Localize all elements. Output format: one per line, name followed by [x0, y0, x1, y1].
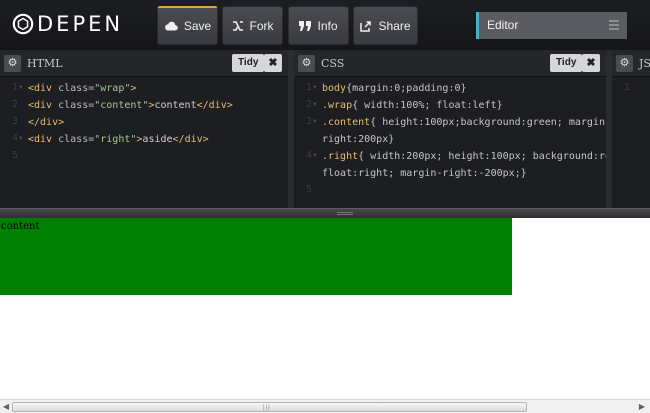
css-close-icon[interactable]: ✖ [582, 54, 600, 72]
scroll-left-icon[interactable]: ◀ [1, 402, 11, 412]
line-number: 5 [11, 150, 18, 161]
fork-icon [232, 20, 243, 31]
info-label: Info [317, 18, 338, 33]
code-line: right:200px} [322, 134, 395, 145]
save-label: Save [183, 19, 212, 33]
gear-icon[interactable]: ⚙ [4, 55, 21, 72]
html-pane: ⚙ HTML Tidy ✖ 1 2 3 4 5 ▼ ▼ <div class="… [0, 50, 288, 208]
line-number: 3 [11, 116, 18, 127]
css-pane-title: CSS [321, 57, 345, 70]
fold-arrow-icon[interactable]: ▼ [313, 84, 317, 91]
fold-arrow-icon[interactable]: ▼ [19, 84, 23, 91]
info-icon [299, 20, 312, 31]
html-code-editor[interactable]: 1 2 3 4 5 ▼ ▼ <div class="wrap"> <div cl… [0, 80, 288, 208]
code-line: .wrap{ width:100%; float:left} [322, 100, 503, 111]
html-pane-title: HTML [27, 57, 63, 70]
line-number: 1 [11, 82, 18, 93]
editor-panes: ⚙ HTML Tidy ✖ 1 2 3 4 5 ▼ ▼ <div class="… [0, 50, 650, 208]
line-number: 3 [305, 116, 312, 127]
html-pane-header: ⚙ HTML Tidy ✖ [0, 50, 288, 77]
codepen-cube-icon [12, 13, 34, 35]
fold-arrow-icon[interactable]: ▼ [313, 101, 317, 108]
css-pane-header: ⚙ CSS Tidy ✖ [294, 50, 606, 77]
grip-icon: ||| [263, 405, 271, 411]
hamburger-icon [609, 20, 619, 32]
top-bar: DEPEN Save Fork Info Share Editor [0, 0, 650, 50]
code-line: float:right; margin-right:-200px;} [322, 168, 527, 179]
css-pane: ⚙ CSS Tidy ✖ 1 2 3 4 5 ▼ ▼ ▼ ▼ body{marg… [294, 50, 623, 208]
code-line: .right{ width:200px; height:100px; backg… [322, 151, 624, 162]
fork-label: Fork [249, 18, 274, 33]
cloud-icon [164, 21, 178, 31]
line-number: 4 [11, 133, 18, 144]
line-number: 1 [623, 82, 630, 93]
js-pane-title: JS [639, 57, 650, 70]
css-code-editor[interactable]: 1 2 3 4 5 ▼ ▼ ▼ ▼ body{margin:0;padding:… [294, 80, 623, 208]
line-number: 2 [305, 99, 312, 110]
scroll-right-icon[interactable]: ▶ [637, 402, 647, 412]
line-number: 5 [305, 184, 312, 195]
editor-view-select[interactable]: Editor [476, 12, 627, 39]
line-number: 4 [305, 150, 312, 161]
share-icon [360, 20, 372, 32]
html-tidy-button[interactable]: Tidy [232, 54, 265, 72]
horizontal-scrollbar[interactable]: ◀ ||| ▶ [0, 399, 650, 413]
editor-label: Editor [487, 18, 519, 32]
info-button[interactable]: Info [288, 6, 349, 45]
scrollbar-thumb[interactable]: ||| [12, 402, 527, 412]
code-line: .content{ height:100px;background:green;… [322, 117, 611, 128]
js-code-editor[interactable]: 1 [612, 80, 650, 208]
line-number: 2 [11, 99, 18, 110]
js-pane: ⚙ JS 1 [612, 50, 650, 208]
code-line: </div> [28, 117, 65, 128]
fold-arrow-icon[interactable]: ▼ [313, 118, 317, 125]
code-line: <div class="content">content</div> [28, 100, 233, 111]
preview-resize-handle[interactable] [0, 208, 650, 218]
result-preview[interactable]: content [0, 218, 650, 399]
save-button[interactable]: Save [157, 6, 218, 45]
share-label: Share [378, 18, 411, 33]
gear-icon[interactable]: ⚙ [298, 55, 315, 72]
logo-text: DEPEN [37, 12, 124, 36]
preview-content-box: content [0, 218, 512, 295]
code-line: <div class="wrap"> [28, 83, 137, 94]
js-pane-header: ⚙ JS [612, 50, 650, 77]
codepen-logo[interactable]: DEPEN [12, 9, 123, 39]
code-line: <div class="right">aside</div> [28, 134, 209, 145]
gear-icon[interactable]: ⚙ [616, 55, 633, 72]
grip-icon [337, 212, 353, 215]
code-line: body{margin:0;padding:0} [322, 83, 467, 94]
share-button[interactable]: Share [353, 6, 418, 45]
fold-arrow-icon[interactable]: ▼ [313, 152, 317, 159]
html-close-icon[interactable]: ✖ [264, 54, 282, 72]
css-tidy-button[interactable]: Tidy [550, 54, 583, 72]
fold-arrow-icon[interactable]: ▼ [19, 135, 23, 142]
line-number: 1 [305, 82, 312, 93]
fork-button[interactable]: Fork [222, 6, 283, 45]
